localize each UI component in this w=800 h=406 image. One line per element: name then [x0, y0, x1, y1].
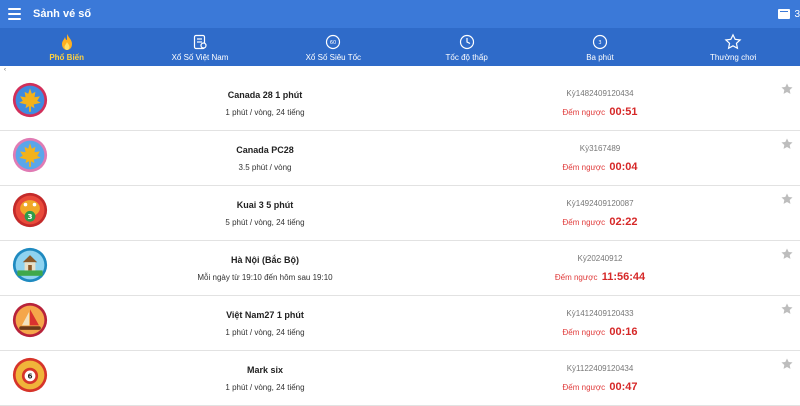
countdown: Đếm ngược 00:47	[562, 381, 638, 393]
tab-thuong-choi[interactable]: Thường chơi	[667, 28, 800, 66]
clock-60s-icon: 60	[325, 33, 341, 51]
countdown-time: 00:51	[609, 106, 638, 118]
clock-3min-icon: 3	[592, 33, 608, 51]
game-schedule: 1 phút / vòng, 24 tiếng	[225, 383, 305, 392]
wallet-icon[interactable]	[778, 9, 791, 19]
game-row-kuai-3[interactable]: 3 Kuai 3 5 phút 5 phút / vòng, 24 tiếng …	[0, 186, 800, 241]
game-period: Kỳ1412409120433	[566, 309, 634, 318]
page-title: Sảnh vé số	[33, 8, 92, 20]
flame-icon	[60, 33, 74, 51]
favorite-star-icon[interactable]	[780, 357, 794, 371]
favorite-star-icon[interactable]	[780, 302, 794, 316]
favorite-star-icon[interactable]	[780, 137, 794, 151]
tab-ba-phut[interactable]: 3 Ba phút	[533, 28, 666, 66]
svg-text:6: 6	[27, 372, 32, 381]
countdown-time: 02:22	[609, 216, 638, 228]
tab-toc-do-thap[interactable]: Tốc độ thấp	[400, 28, 533, 66]
lottery-ball-icon: 6	[12, 357, 48, 393]
countdown-time: 00:04	[609, 161, 638, 173]
countdown: Đếm ngược 00:16	[562, 326, 638, 338]
game-schedule: 5 phút / vòng, 24 tiếng	[225, 218, 305, 227]
tab-pho-bien[interactable]: Phổ Biến	[0, 28, 133, 66]
top-bar: Sảnh vé số 3	[0, 0, 800, 28]
game-schedule: 3.5 phút / vòng	[238, 163, 292, 172]
game-name: Hà Nội (Bắc Bộ)	[230, 255, 299, 265]
game-name: Canada PC28	[236, 145, 294, 155]
game-row-canada-pc28[interactable]: Canada PC28 3.5 phút / vòng Kỳ3167489 Đế…	[0, 131, 800, 186]
game-name: Việt Nam27 1 phút	[226, 310, 304, 320]
svg-text:3: 3	[27, 212, 32, 221]
game-name: Mark six	[246, 365, 284, 375]
ticket-icon	[192, 33, 208, 51]
star-icon	[724, 33, 742, 51]
game-period: Kỳ20240912	[577, 254, 623, 263]
tab-xo-so-sieu-toc[interactable]: 60 Xổ Số Siêu Tốc	[267, 28, 400, 66]
game-row-mark-six[interactable]: 6 Mark six 1 phút / vòng, 24 tiếng Kỳ112…	[0, 351, 800, 406]
game-period: Kỳ3167489	[579, 144, 621, 153]
maple-leaf-icon	[12, 82, 48, 118]
category-tabs: Phổ Biến Xổ Số Việt Nam 60 Xổ Số Siêu Tố…	[0, 28, 800, 66]
game-name: Canada 28 1 phút	[227, 90, 303, 100]
favorite-star-icon[interactable]	[780, 247, 794, 261]
game-period: Kỳ1492409120087	[566, 199, 634, 208]
sailboat-icon	[12, 302, 48, 338]
game-schedule: 1 phút / vòng, 24 tiếng	[225, 108, 305, 117]
game-schedule: 1 phút / vòng, 24 tiếng	[225, 328, 305, 337]
countdown: Đếm ngược 00:51	[562, 106, 638, 118]
clock-icon	[459, 33, 475, 51]
countdown: Đếm ngược 11:56:44	[554, 271, 646, 283]
favorite-star-icon[interactable]	[780, 192, 794, 206]
svg-text:60: 60	[330, 40, 336, 46]
game-period: Kỳ1122409120434	[566, 364, 634, 373]
countdown-time: 11:56:44	[601, 271, 646, 283]
wallet-value: 3	[794, 8, 800, 20]
scroll-left-indicator: ‹	[4, 67, 6, 73]
lucky-toad-icon: 3	[12, 192, 48, 228]
game-list: Canada 28 1 phút 1 phút / vòng, 24 tiếng…	[0, 76, 800, 406]
wallet-area[interactable]: 3	[778, 0, 800, 28]
countdown-time: 00:47	[609, 381, 638, 393]
game-row-canada-28[interactable]: Canada 28 1 phút 1 phút / vòng, 24 tiếng…	[0, 76, 800, 131]
favorite-star-icon[interactable]	[780, 82, 794, 96]
tab-xo-so-viet-nam[interactable]: Xổ Số Việt Nam	[133, 28, 266, 66]
temple-icon	[12, 247, 48, 283]
svg-text:3: 3	[598, 40, 601, 46]
game-period: Kỳ1482409120434	[566, 89, 634, 98]
maple-leaf-icon	[12, 137, 48, 173]
game-name: Kuai 3 5 phút	[236, 200, 294, 210]
countdown-time: 00:16	[609, 326, 638, 338]
menu-icon[interactable]	[8, 8, 21, 20]
game-row-ha-noi[interactable]: Hà Nội (Bắc Bộ) Mỗi ngày từ 19:10 đến hô…	[0, 241, 800, 296]
game-schedule: Mỗi ngày từ 19:10 đến hôm sau 19:10	[197, 273, 333, 282]
countdown: Đếm ngược 02:22	[562, 216, 638, 228]
countdown: Đếm ngược 00:04	[562, 161, 638, 173]
game-row-viet-nam27[interactable]: Việt Nam27 1 phút 1 phút / vòng, 24 tiến…	[0, 296, 800, 351]
